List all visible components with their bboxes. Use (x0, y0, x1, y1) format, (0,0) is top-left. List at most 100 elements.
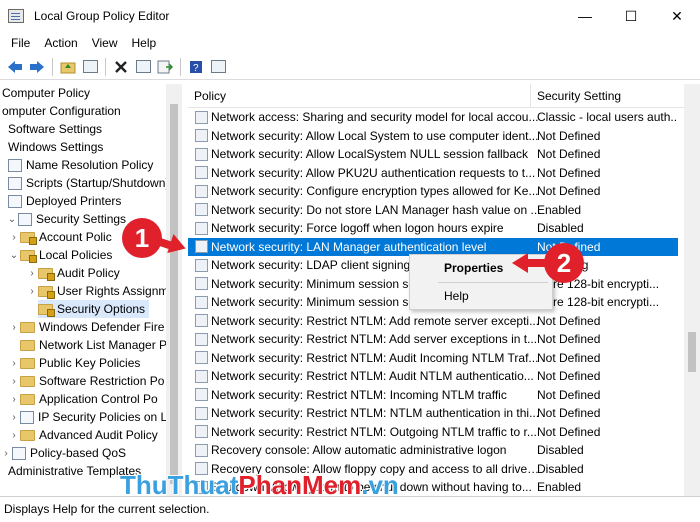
policy-icon (195, 443, 208, 457)
policy-icon (195, 314, 208, 328)
export-list-button[interactable] (154, 56, 176, 78)
menu-view[interactable]: View (85, 36, 125, 50)
tree-item-scripts[interactable]: Scripts (Startup/Shutdown) (8, 174, 169, 192)
policy-row[interactable]: Network security: Do not store LAN Manag… (188, 201, 678, 220)
forward-button[interactable] (26, 56, 48, 78)
policy-setting: quire 128-bit encrypti... (537, 295, 660, 310)
tree-item-security-settings[interactable]: ⌄ Security Settings (6, 210, 126, 228)
chevron-right-icon[interactable]: › (26, 268, 38, 279)
up-one-level-button[interactable] (57, 56, 79, 78)
window-controls: — ☐ ✕ (562, 0, 700, 32)
tree-item-label: Advanced Audit Policy (39, 428, 158, 442)
policy-row[interactable]: Network security: Restrict NTLM: Audit N… (188, 367, 678, 386)
policy-row[interactable]: Network security: Restrict NTLM: Add ser… (188, 330, 678, 349)
chevron-right-icon[interactable]: › (0, 448, 12, 459)
chevron-right-icon[interactable]: › (8, 412, 20, 423)
arrow-right-icon (30, 60, 44, 73)
chevron-right-icon[interactable]: › (8, 322, 20, 333)
back-button[interactable] (4, 56, 26, 78)
list-header: Policy Security Setting (188, 84, 684, 108)
chevron-right-icon[interactable]: › (8, 376, 20, 387)
policy-row[interactable]: Network security: Restrict NTLM: Audit I… (188, 349, 678, 368)
policy-row[interactable]: Network security: Restrict NTLM: Outgoin… (188, 423, 678, 442)
arrow-left-icon (8, 60, 22, 73)
context-menu-separator (438, 282, 548, 283)
policy-name: Network security: Force logoff when logo… (211, 221, 504, 236)
tree-item-label: Account Polic (39, 230, 112, 244)
policy-row[interactable]: Recovery console: Allow automatic admini… (188, 441, 678, 460)
policy-row[interactable]: Network security: Configure encryption t… (188, 182, 678, 201)
tree-item-security-options[interactable]: Security Options (38, 300, 150, 318)
policy-row[interactable]: Network security: Restrict NTLM: Incomin… (188, 386, 678, 405)
show-hide-console-tree-button[interactable] (79, 56, 101, 78)
tree-item-ip-security-policies[interactable]: › IP Security Policies on L (8, 408, 167, 426)
policy-icon (195, 406, 208, 420)
tree-item-label: Software Restriction Po (39, 374, 165, 388)
tree-item-windows-settings[interactable]: Windows Settings (8, 138, 103, 156)
list-scrollbar-thumb[interactable] (688, 332, 696, 372)
tree-item-deployed-printers[interactable]: Deployed Printers (8, 192, 121, 210)
tree-item-policy-based-qos[interactable]: › Policy-based QoS (0, 444, 126, 462)
policy-row[interactable]: Network security: Allow PKU2U authentica… (188, 164, 678, 183)
tree-item-software-restriction[interactable]: › Software Restriction Po (8, 372, 164, 390)
tree-item-software-settings[interactable]: Software Settings (8, 120, 102, 138)
tree-item-account-policies[interactable]: › Account Polic (8, 228, 112, 246)
tree-item-user-rights-assignment[interactable]: › User Rights Assignm (26, 282, 168, 300)
policy-row[interactable]: Network access: Sharing and security mod… (188, 108, 678, 127)
chevron-right-icon[interactable]: › (8, 232, 20, 243)
list-scrollbar[interactable] (684, 84, 700, 496)
tree-item-network-list-manager[interactable]: Network List Manager P (20, 336, 167, 354)
help-toolbar-button[interactable]: ? (185, 56, 207, 78)
policy-setting: Not Defined (537, 332, 601, 347)
context-menu-help[interactable]: Help (410, 285, 552, 307)
tree-item-advanced-audit-policy[interactable]: › Advanced Audit Policy (8, 426, 158, 444)
policy-icon (8, 158, 22, 172)
tree-item-windows-defender-firewall[interactable]: › Windows Defender Fire (8, 318, 164, 336)
tree-item-computer-configuration[interactable]: omputer Configuration (2, 102, 121, 120)
policy-row[interactable]: Network security: Force logoff when logo… (188, 219, 678, 238)
policy-setting: Disabled (537, 443, 584, 458)
tree-scrollbar-thumb[interactable] (170, 104, 178, 484)
menu-file[interactable]: File (4, 36, 37, 50)
policy-setting: Disabled (537, 461, 584, 476)
callout-arrow-step-2 (526, 259, 546, 267)
chevron-down-icon[interactable]: ⌄ (6, 214, 18, 225)
folder-icon (20, 249, 37, 263)
tree-item-audit-policy[interactable]: › Audit Policy (26, 264, 120, 282)
policy-row[interactable]: Network security: Allow LocalSystem NULL… (188, 145, 678, 164)
delete-button[interactable] (110, 56, 132, 78)
tree-item-label: Local Policies (39, 248, 113, 262)
chevron-right-icon[interactable]: › (8, 358, 20, 369)
policy-row[interactable]: Network security: Restrict NTLM: NTLM au… (188, 404, 678, 423)
chevron-right-icon[interactable]: › (8, 394, 20, 405)
policy-setting: Not Defined (537, 128, 601, 143)
tree-item-label: Deployed Printers (26, 194, 122, 208)
column-header-security-setting[interactable]: Security Setting (530, 84, 684, 108)
properties-toolbar-button[interactable] (132, 56, 154, 78)
tree-scrollbar[interactable] (166, 84, 182, 496)
tree-item-computer-policy[interactable]: Computer Policy (2, 84, 90, 102)
delete-x-icon (115, 60, 127, 73)
tree-item-name-resolution-policy[interactable]: Name Resolution Policy (8, 156, 153, 174)
policy-name: Network security: Restrict NTLM: Incomin… (211, 387, 507, 402)
minimize-button[interactable]: — (562, 0, 608, 32)
show-action-pane-button[interactable] (207, 56, 229, 78)
policy-icon (195, 425, 208, 439)
tree-item-application-control[interactable]: › Application Control Po (8, 390, 157, 408)
column-header-policy[interactable]: Policy (188, 84, 530, 108)
svg-text:?: ? (193, 63, 199, 74)
maximize-button[interactable]: ☐ (608, 0, 654, 32)
menu-help[interactable]: Help (125, 36, 164, 50)
help-book-icon: ? (190, 60, 202, 74)
policy-row[interactable]: Network security: Restrict NTLM: Add rem… (188, 312, 678, 331)
tree-item-public-key-policies[interactable]: › Public Key Policies (8, 354, 140, 372)
chevron-right-icon[interactable]: › (8, 430, 20, 441)
chevron-down-icon[interactable]: ⌄ (8, 250, 20, 261)
policy-row[interactable]: Network security: Allow Local System to … (188, 127, 678, 146)
tree-item-label: Security Settings (36, 212, 127, 226)
tree-item-local-policies[interactable]: ⌄ Local Policies (8, 246, 112, 264)
close-button[interactable]: ✕ (654, 0, 700, 32)
chevron-right-icon[interactable]: › (26, 286, 38, 297)
menu-action[interactable]: Action (37, 36, 84, 50)
callout-badge-step-2: 2 (544, 243, 584, 283)
